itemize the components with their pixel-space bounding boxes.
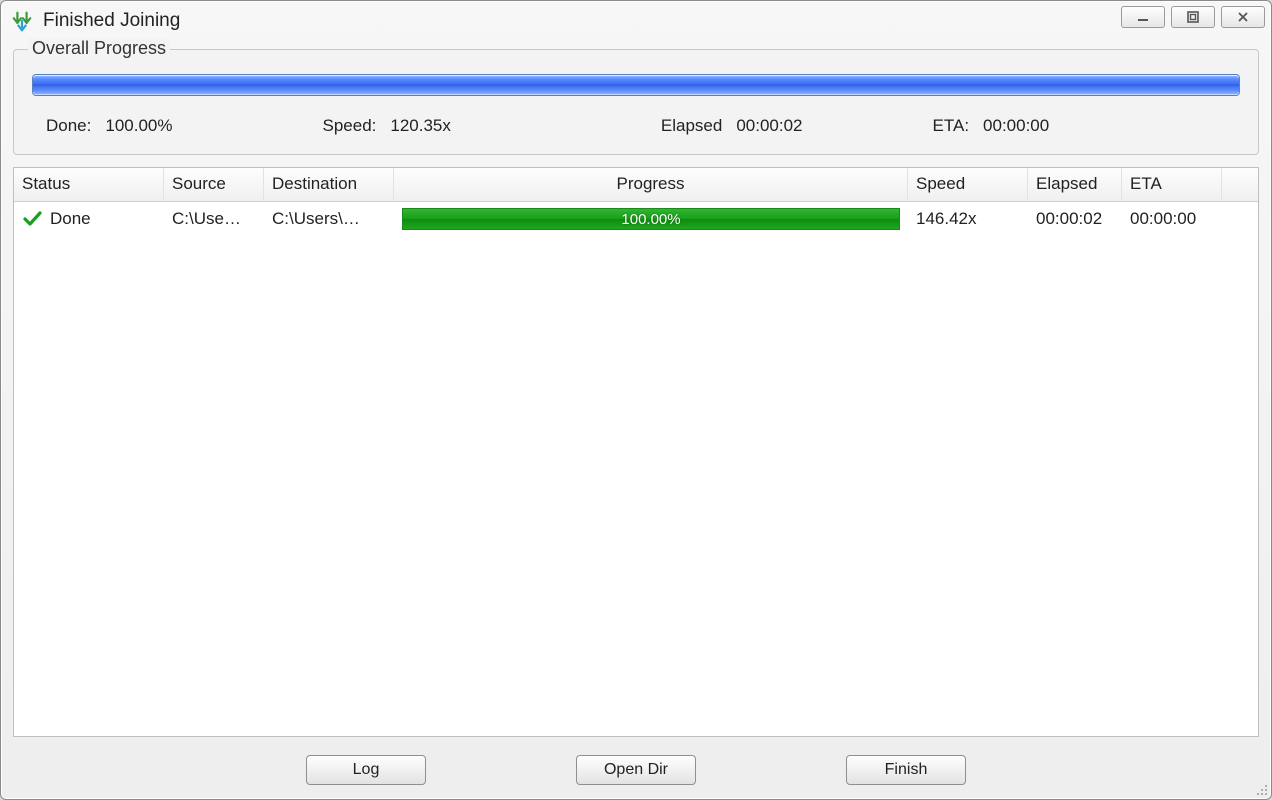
row-eta: 00:00:00 [1122, 205, 1222, 233]
col-header-status[interactable]: Status [14, 168, 164, 201]
col-header-progress[interactable]: Progress [394, 168, 908, 201]
col-header-source[interactable]: Source [164, 168, 264, 201]
elapsed-value: 00:00:02 [736, 116, 802, 136]
files-list-body[interactable]: Done C:\Use… C:\Users\… 100.00% 146.42x … [14, 202, 1258, 736]
speed-value: 120.35x [390, 116, 451, 136]
row-elapsed: 00:00:02 [1028, 205, 1122, 233]
overall-progress-legend: Overall Progress [28, 38, 170, 59]
titlebar[interactable]: Finished Joining [1, 1, 1271, 41]
table-row[interactable]: Done C:\Use… C:\Users\… 100.00% 146.42x … [14, 202, 1258, 236]
close-button[interactable] [1221, 6, 1265, 28]
finish-button[interactable]: Finish [846, 755, 966, 785]
col-header-tail [1222, 168, 1258, 201]
row-progress-bar: 100.00% [402, 208, 900, 230]
window-controls [1121, 6, 1265, 28]
done-value: 100.00% [105, 116, 172, 136]
row-speed: 146.42x [908, 205, 1028, 233]
files-list-header: Status Source Destination Progress Speed… [14, 168, 1258, 202]
elapsed-label: Elapsed [661, 116, 722, 136]
button-row: Log Open Dir Finish [13, 749, 1259, 789]
log-button[interactable]: Log [306, 755, 426, 785]
col-header-eta[interactable]: ETA [1122, 168, 1222, 201]
open-dir-button[interactable]: Open Dir [576, 755, 696, 785]
overall-stats: Done: 100.00% Speed: 120.35x Elapsed 00:… [32, 116, 1240, 136]
check-icon [22, 209, 42, 229]
content-area: Overall Progress Done: 100.00% Speed: 12… [1, 41, 1271, 799]
done-label: Done: [46, 116, 91, 136]
app-icon [11, 10, 33, 32]
col-header-elapsed[interactable]: Elapsed [1028, 168, 1122, 201]
row-destination: C:\Users\… [264, 205, 394, 233]
overall-progress-group: Overall Progress Done: 100.00% Speed: 12… [13, 49, 1259, 155]
window-title: Finished Joining [43, 10, 180, 32]
minimize-button[interactable] [1121, 6, 1165, 28]
col-header-speed[interactable]: Speed [908, 168, 1028, 201]
col-header-destination[interactable]: Destination [264, 168, 394, 201]
resize-grip-icon[interactable] [1254, 782, 1268, 796]
files-list: Status Source Destination Progress Speed… [13, 167, 1259, 737]
overall-progress-bar [32, 74, 1240, 96]
app-window: Finished Joining Overall Progress Done: … [0, 0, 1272, 800]
overall-progress-fill [33, 75, 1239, 95]
eta-label: ETA: [933, 116, 970, 136]
maximize-button[interactable] [1171, 6, 1215, 28]
row-progress-text: 100.00% [621, 211, 680, 228]
row-status: Done [50, 209, 91, 229]
row-source: C:\Use… [164, 205, 264, 233]
speed-label: Speed: [323, 116, 377, 136]
eta-value: 00:00:00 [983, 116, 1049, 136]
